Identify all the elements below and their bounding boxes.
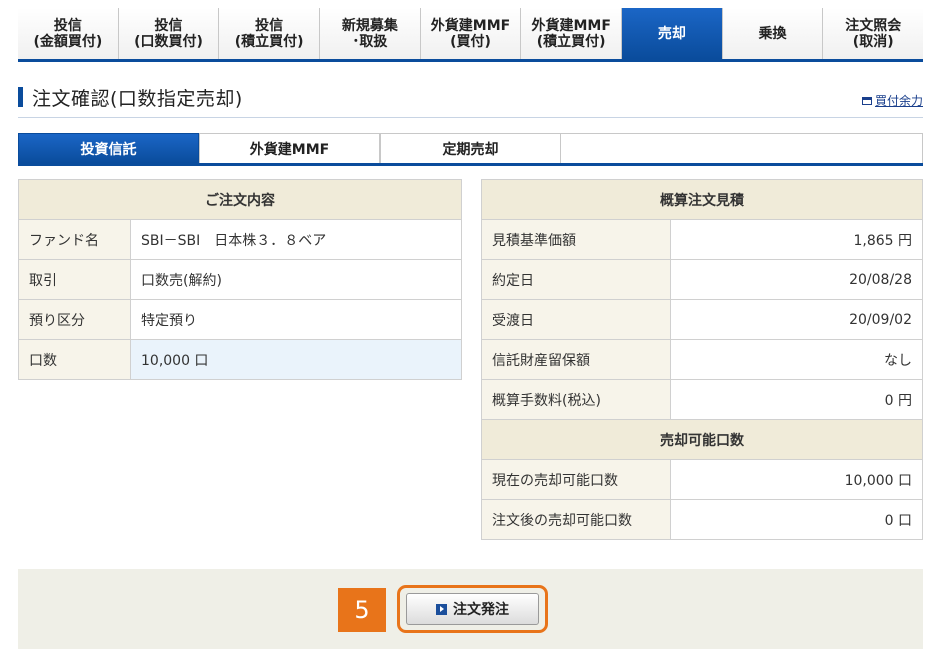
estimate-table: 概算注文見積 見積基準価額 1,865 円 約定日 20/08/28 受渡日 2… [481,179,923,540]
tab-new-offering[interactable]: 新規募集 ･取扱 [320,8,421,59]
tab-investment-trust[interactable]: 投資信託 [18,133,199,163]
play-arrow-icon [436,603,447,615]
transaction-value: 口数売(解約) [130,259,462,300]
fund-name-label: ファンド名 [18,219,131,260]
tab-foreign-mmf-accumulation[interactable]: 外貨建MMF (積立買付) [521,8,623,59]
table-row: 信託財産留保額 なし [481,339,923,380]
table-row: 現在の売却可能口数 10,000 口 [481,459,923,500]
table-row: 取引 口数売(解約) [18,259,462,300]
tab-fund-units-buy[interactable]: 投信 (口数買付) [118,8,220,59]
table-row: 約定日 20/08/28 [481,259,923,300]
settlement-date-value: 20/09/02 [670,299,923,340]
nav-price-value: 1,865 円 [670,219,923,260]
title-divider [18,117,923,118]
step-badge: 5 [338,588,386,632]
estimate-header: 概算注文見積 [481,179,923,220]
buy-power-link-label: 買付余力 [874,94,923,108]
table-row: 見積基準価額 1,865 円 [481,219,923,260]
trade-date-value: 20/08/28 [670,259,923,300]
current-sellable-value: 10,000 口 [670,459,923,500]
sellable-header: 売却可能口数 [481,419,923,460]
table-row: 口数 10,000 口 [18,339,462,380]
page-title: 注文確認(口数指定売却) [32,87,243,110]
tab-order-inquiry[interactable]: 注文照会 (取消) [823,8,924,59]
custody-type-label: 預り区分 [18,299,131,340]
table-row: 預り区分 特定預り [18,299,462,340]
settlement-date-label: 受渡日 [481,299,671,340]
after-order-sellable-value: 0 口 [670,499,923,540]
transaction-label: 取引 [18,259,131,300]
tab-foreign-mmf[interactable]: 外貨建MMF [199,133,380,163]
place-order-button[interactable]: 注文発注 [406,593,539,625]
tab-foreign-mmf-buy[interactable]: 外貨建MMF (買付) [420,8,522,59]
after-order-sellable-label: 注文後の売却可能口数 [481,499,671,540]
units-label: 口数 [18,339,131,380]
order-button-highlight: 注文発注 [397,585,548,633]
tab-sell[interactable]: 売却 [622,8,723,59]
table-row: 概算手数料(税込) 0 円 [481,379,923,420]
current-sellable-label: 現在の売却可能口数 [481,459,671,500]
title-accent-bar [18,87,23,107]
retention-fee-label: 信託財産留保額 [481,339,671,380]
window-icon [861,96,872,105]
nav-price-label: 見積基準価額 [481,219,671,260]
top-navigation: 投信 (金額買付) 投信 (口数買付) 投信 (積立買付) 新規募集 ･取扱 外… [18,8,924,62]
table-row: 注文後の売却可能口数 0 口 [481,499,923,540]
table-row: 受渡日 20/09/02 [481,299,923,340]
units-value: 10,000 口 [130,339,462,380]
order-content-table: ご注文内容 ファンド名 SBI－SBI 日本株３．８ベア 取引 口数売(解約) … [18,179,462,380]
page-header: 注文確認(口数指定売却) 買付余力 [18,82,923,112]
commission-label: 概算手数料(税込) [481,379,671,420]
tab-switch[interactable]: 乗換 [722,8,824,59]
tab-filler [561,133,923,163]
trade-date-label: 約定日 [481,259,671,300]
table-row: ファンド名 SBI－SBI 日本株３．８ベア [18,219,462,260]
tab-periodic-sell[interactable]: 定期売却 [380,133,561,163]
buy-power-link[interactable]: 買付余力 [861,92,923,109]
tab-fund-accumulation-buy[interactable]: 投信 (積立買付) [219,8,321,59]
tab-fund-amount-buy[interactable]: 投信 (金額買付) [18,8,119,59]
custody-type-value: 特定預り [130,299,462,340]
fund-name-value: SBI－SBI 日本株３．８ベア [130,219,462,260]
order-content-header: ご注文内容 [18,179,462,220]
retention-fee-value: なし [670,339,923,380]
product-tabs: 投資信託 外貨建MMF 定期売却 [18,133,923,166]
commission-value: 0 円 [670,379,923,420]
place-order-label: 注文発注 [453,602,509,618]
